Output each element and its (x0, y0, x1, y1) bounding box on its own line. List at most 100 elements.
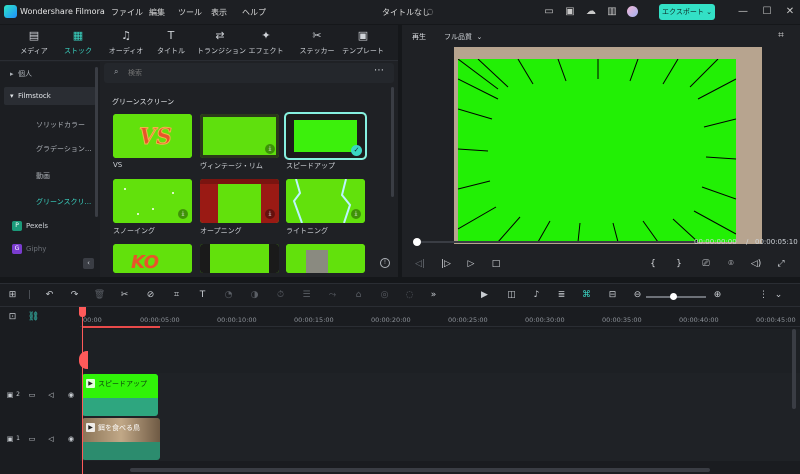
more-options-icon[interactable]: ⋯ (374, 65, 384, 76)
avatar[interactable] (627, 6, 638, 17)
zoom-in-icon[interactable]: ⊕ (711, 289, 724, 302)
previous-frame-icon[interactable]: ◁| (414, 258, 426, 270)
volume-icon[interactable]: ◁) (750, 258, 762, 270)
sidebar-sub-gradient[interactable]: グラデーション... (36, 144, 92, 154)
tab-stock[interactable]: ▦ ストック (57, 29, 99, 59)
download-icon[interactable]: ⤓ (351, 209, 361, 219)
add-track-icon[interactable]: ⊡ (6, 311, 19, 324)
playhead[interactable] (82, 307, 83, 474)
stabilize-icon[interactable]: ◌ (403, 289, 416, 302)
menu-help[interactable]: ヘルプ (242, 7, 266, 18)
play-icon[interactable]: ▷ (465, 258, 477, 270)
timeline-horizontal-scrollbar[interactable] (130, 468, 710, 472)
menu-tools[interactable]: ツール (178, 7, 202, 18)
visibility-eye-icon[interactable]: ◉ (66, 434, 76, 444)
timer-icon[interactable]: ⏱ (274, 289, 287, 302)
sidebar-sub-video[interactable]: 動画 (36, 171, 50, 181)
download-icon[interactable]: ⤓ (265, 209, 275, 219)
save-icon[interactable]: ▣ (564, 6, 576, 18)
speed-icon[interactable]: ◔ (222, 289, 235, 302)
camera-icon[interactable]: ⌾ (725, 258, 737, 270)
grid-layout-icon[interactable]: ⊞ (6, 289, 19, 302)
motion-icon[interactable]: ⤳ (326, 289, 339, 302)
marker-icon[interactable]: ◫ (505, 289, 518, 302)
timeline-clip-bird[interactable]: ▶ 餌を食べる鳥 (82, 418, 160, 460)
info-icon[interactable]: ! (380, 258, 390, 268)
disable-icon[interactable]: ⊘ (144, 289, 157, 302)
expand-icon[interactable]: ⌄ (772, 289, 785, 302)
maximize-icon[interactable]: ☐ (761, 6, 773, 18)
adjust-icon[interactable]: ☰ (300, 289, 313, 302)
crop-icon[interactable]: ⌗ (170, 289, 183, 302)
playhead-marker[interactable] (79, 351, 88, 369)
search-input[interactable] (128, 66, 348, 80)
thumbnail-item-9[interactable] (286, 244, 365, 273)
link-icon[interactable]: ⛓ (27, 311, 40, 324)
sidebar-scrollbar[interactable] (95, 67, 98, 217)
render-icon[interactable]: ▶ (478, 289, 491, 302)
mute-icon[interactable]: ◁ (46, 390, 56, 400)
gift-icon[interactable]: ▥ (606, 6, 618, 18)
cloud-icon[interactable]: ☁ (585, 6, 597, 18)
tab-templates[interactable]: ▣ テンプレート (340, 29, 386, 59)
minimize-icon[interactable]: — (737, 6, 749, 18)
microphone-icon[interactable]: ♪ (530, 289, 543, 302)
close-icon[interactable]: ✕ (784, 6, 796, 18)
thumbnail-item-7[interactable]: KO (113, 244, 192, 273)
tab-titles[interactable]: T タイトル (150, 29, 192, 59)
tab-effects[interactable]: ✦ エフェクト (245, 29, 287, 59)
step-back-icon[interactable]: |▷ (440, 258, 452, 270)
playhead-handle[interactable] (79, 307, 86, 317)
menu-file[interactable]: ファイル (111, 7, 143, 18)
download-icon[interactable]: ⤓ (178, 209, 188, 219)
quality-dropdown[interactable]: フル品質 ⌄ (444, 32, 482, 42)
mask-icon[interactable]: ⌂ (352, 289, 365, 302)
undo-icon[interactable]: ↶ (43, 289, 56, 302)
snap-icon[interactable]: ⌘ (580, 289, 593, 302)
tab-transitions[interactable]: ⇄ トランジション (197, 29, 246, 59)
tab-audio[interactable]: ♫ オーディオ (105, 29, 147, 59)
grid-scrollbar[interactable] (391, 87, 394, 197)
visibility-eye-icon[interactable]: ◉ (66, 390, 76, 400)
delete-icon[interactable]: 🗑 (93, 289, 106, 302)
scrubber-handle[interactable] (413, 238, 421, 246)
timeline-ruler[interactable]: 00:00 00:00:05:00 00:00:10:00 00:00:15:0… (80, 307, 800, 327)
snapshot-panel-icon[interactable]: ⌗ (775, 30, 787, 42)
thumbnail-item-8[interactable] (200, 244, 279, 273)
mark-in-icon[interactable]: { (647, 258, 659, 270)
audio-mix-icon[interactable]: ≣ (555, 289, 568, 302)
grid-options-icon[interactable]: ⋮ (757, 289, 770, 302)
layout-icon[interactable]: ▭ (543, 6, 555, 18)
sidebar-sub-solid[interactable]: ソリッドカラー (36, 120, 85, 130)
collapse-sidebar-button[interactable]: ‹ (83, 258, 94, 269)
ai-icon[interactable]: ◎ (378, 289, 391, 302)
sidebar-sub-greenscreen[interactable]: グリーンスクリ... (36, 197, 91, 207)
cut-icon[interactable]: ✂ (118, 289, 131, 302)
tab-stickers[interactable]: ✂ ステッカー (296, 29, 338, 59)
fullscreen-icon[interactable]: ⤢ (775, 258, 787, 270)
zoom-slider-handle[interactable] (670, 293, 677, 300)
project-status-icon[interactable]: ◌ (424, 6, 436, 18)
export-button[interactable]: エクスポート ⌄ (659, 4, 715, 20)
mute-icon[interactable]: ◁ (46, 434, 56, 444)
stop-icon[interactable]: □ (490, 258, 502, 270)
folder-icon[interactable]: ▭ (27, 434, 37, 444)
menu-edit[interactable]: 編集 (149, 7, 165, 18)
sidebar-item-personal[interactable]: ▸ 個人 (4, 65, 96, 83)
playback-scrubber[interactable] (416, 241, 698, 243)
display-icon[interactable]: ⎚ (700, 258, 712, 270)
color-icon[interactable]: ◑ (248, 289, 261, 302)
tab-media[interactable]: ▤ メディア (13, 29, 55, 59)
timeline-vertical-scrollbar[interactable] (792, 329, 796, 409)
sidebar-item-filmstock[interactable]: ▾ Filmstock (4, 87, 96, 105)
zoom-out-icon[interactable]: ⊖ (631, 289, 644, 302)
redo-icon[interactable]: ↷ (68, 289, 81, 302)
thumbnail-vs[interactable]: VS (113, 114, 192, 158)
folder-icon[interactable]: ▭ (27, 390, 37, 400)
sidebar-item-giphy[interactable]: Giphy (26, 245, 46, 253)
download-icon[interactable]: ⤓ (265, 144, 275, 154)
timeline-clip-speed-up[interactable]: ▶ スピードアップ (82, 374, 158, 416)
sidebar-item-pexels[interactable]: Pexels (26, 222, 48, 230)
mark-out-icon[interactable]: } (673, 258, 685, 270)
more-tools-icon[interactable]: » (427, 289, 440, 302)
